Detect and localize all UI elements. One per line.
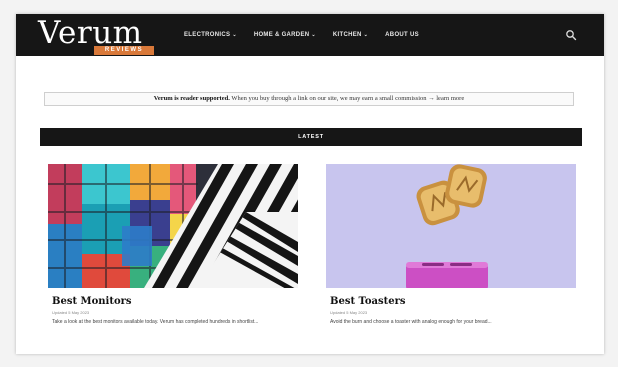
disclaimer-text: When you buy through a link on our site,…	[229, 95, 437, 102]
article-meta: Updated 5 May 2023	[330, 310, 368, 315]
toasters-thumbnail[interactable]	[326, 164, 576, 288]
monitors-thumbnail[interactable]	[48, 164, 298, 288]
menu-item-label: ABOUT US	[385, 32, 419, 38]
affiliate-disclaimer: Verum is reader supported. When you buy …	[44, 92, 574, 106]
logo-tagline: REVIEWS	[94, 46, 154, 55]
menu-item-about-us[interactable]: ABOUT US	[385, 30, 419, 40]
chevron-down-icon: ⌄	[232, 32, 237, 38]
menu-item-kitchen[interactable]: KITCHEN ⌄	[333, 30, 368, 40]
chevron-down-icon: ⌄	[363, 32, 369, 38]
menu-item-label: HOME & GARDEN	[253, 32, 310, 38]
section-header-latest: LATEST	[40, 128, 582, 146]
menu-item-home-garden[interactable]: HOME & GARDEN ⌄	[254, 30, 316, 40]
logo-wordmark: Verum	[38, 15, 143, 51]
article-title[interactable]: Best Monitors	[52, 296, 132, 307]
article-card[interactable]: Best Toasters Updated 5 May 2023 Avoid t…	[322, 158, 582, 350]
top-navbar: Verum REVIEWS ELECTRONICS ⌄ HOME & GARDEN…	[16, 14, 604, 56]
article-excerpt: Take a look at the best monitors availab…	[52, 319, 259, 325]
search-icon[interactable]	[565, 29, 577, 41]
article-excerpt: Avoid the burn and choose a toaster with…	[330, 319, 492, 325]
main-menu: ELECTRONICS ⌄ HOME & GARDEN ⌄ KITCHEN ⌄ ABO…	[184, 30, 436, 40]
site-logo[interactable]: Verum REVIEWS	[38, 16, 156, 56]
menu-item-label: KITCHEN	[332, 32, 362, 38]
chevron-down-icon: ⌄	[311, 32, 316, 38]
menu-item-label: ELECTRONICS	[184, 32, 231, 38]
article-title[interactable]: Best Toasters	[330, 296, 406, 307]
section-title: LATEST	[298, 134, 324, 140]
disclaimer-lead: Verum is reader supported.	[153, 95, 230, 102]
learn-more-link[interactable]: learn more	[436, 95, 464, 102]
menu-item-electronics[interactable]: ELECTRONICS ⌄	[184, 30, 237, 40]
article-meta: Updated 5 May 2023	[52, 310, 90, 315]
article-card[interactable]: Best Monitors Updated 5 May 2023 Take a …	[44, 158, 304, 350]
browser-page: Verum REVIEWS ELECTRONICS ⌄ HOME & GARDEN…	[16, 14, 604, 354]
